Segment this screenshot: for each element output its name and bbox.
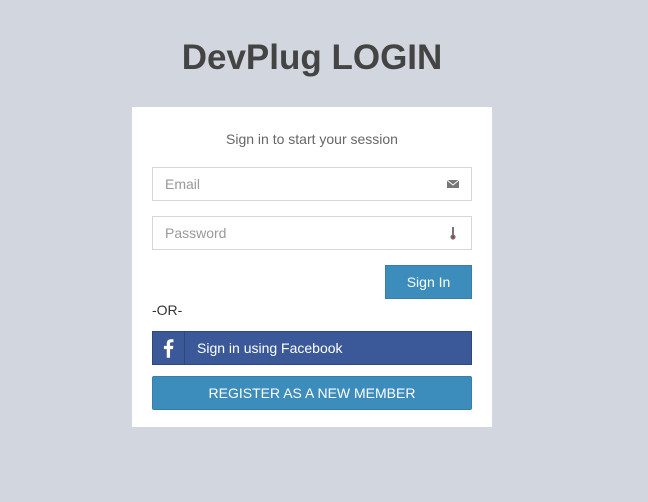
password-input[interactable] [153,217,447,249]
sign-in-row: Sign In [152,265,472,299]
login-page: DevPlug LOGIN Sign in to start your sess… [0,0,648,502]
email-field-wrapper [152,167,472,201]
register-button[interactable]: REGISTER AS A NEW MEMBER [152,376,472,410]
facebook-button-label: Sign in using Facebook [197,340,343,356]
sign-in-button[interactable]: Sign In [385,265,472,299]
login-box-message: Sign in to start your session [226,131,398,147]
page-title: DevPlug LOGIN [181,38,443,77]
envelope-icon [446,179,460,188]
facebook-icon [163,332,185,364]
facebook-sign-in-button[interactable]: Sign in using Facebook [152,331,472,365]
email-input[interactable] [153,168,447,200]
lock-icon [450,227,456,240]
login-box: Sign in to start your session Sign In -O… [132,107,492,427]
or-divider-text: -OR- [152,302,183,318]
password-field-wrapper [152,216,472,250]
